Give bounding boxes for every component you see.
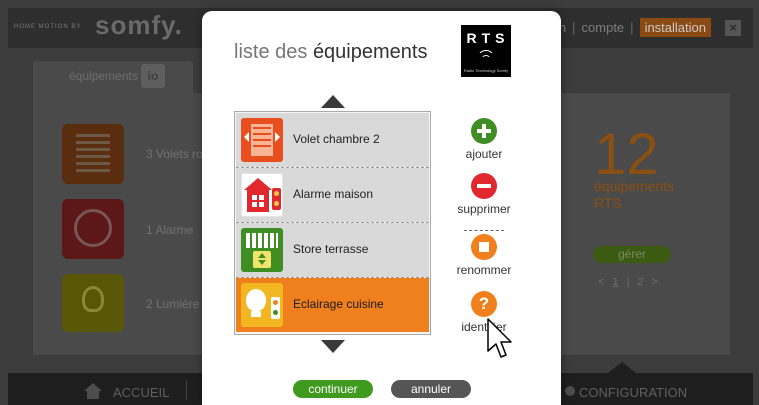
gerer-button[interactable]: gérer	[593, 246, 671, 263]
list-item-selected[interactable]: Eclairage cuisine	[236, 278, 429, 332]
shutter-icon	[241, 118, 283, 162]
device-group-label[interactable]: 3 Volets ro	[146, 147, 203, 161]
equipment-list-dialog: liste des équipements RTS Radio Technolo…	[202, 11, 561, 405]
dialog-title: liste des équipements	[234, 41, 427, 64]
scroll-down-arrow-icon[interactable]	[321, 340, 345, 353]
list-item-label: Eclairage cuisine	[293, 297, 384, 311]
alarm-icon	[241, 173, 283, 217]
io-badge: io	[141, 64, 165, 88]
stop-icon	[471, 234, 497, 260]
close-icon[interactable]: ×	[725, 20, 741, 36]
tab-equipements-label: équipements	[69, 69, 138, 83]
pager-page-1[interactable]: 1	[612, 276, 618, 288]
dialog-title-strong: équipements	[312, 41, 428, 63]
scroll-up-arrow-icon[interactable]	[321, 95, 345, 108]
device-group-label[interactable]: 2 Lumière	[146, 297, 199, 311]
footer-configuration[interactable]: CONFIGURATION	[579, 385, 687, 400]
nav-compte[interactable]: compte	[582, 20, 625, 35]
awning-icon	[241, 228, 283, 272]
list-item[interactable]: Alarme maison	[236, 168, 429, 223]
alarm-icon[interactable]	[62, 199, 124, 259]
nav-installation[interactable]: installation	[639, 18, 711, 37]
top-nav: on | compte | installation	[552, 18, 711, 37]
rts-count-label-line1: équipements	[594, 178, 675, 194]
pager-page-2[interactable]: 2	[637, 276, 643, 288]
lamp-icon[interactable]	[62, 274, 124, 332]
shutter-icon[interactable]	[62, 124, 124, 184]
list-item-label: Volet chambre 2	[293, 132, 380, 146]
equipment-list: Volet chambre 2 Alarme maison Store terr…	[234, 111, 431, 335]
list-item-label: Alarme maison	[293, 187, 374, 201]
rename-label: renommer	[456, 263, 512, 277]
nav-separator: |	[572, 20, 576, 35]
list-item-label: Store terrasse	[293, 242, 369, 256]
pager-separator: |	[626, 276, 630, 288]
rts-logo: RTS Radio Technology Somfy	[461, 25, 511, 77]
pager: < 1 | 2 >	[598, 276, 658, 288]
delete-label: supprimer	[457, 202, 511, 216]
pager-prev[interactable]: <	[598, 276, 604, 288]
list-item[interactable]: Volet chambre 2	[236, 113, 429, 168]
list-item[interactable]: Store terrasse	[236, 223, 429, 278]
rename-button[interactable]: renommer	[439, 234, 529, 277]
question-icon: ?	[471, 291, 497, 317]
footer-accueil[interactable]: ACCUEIL	[113, 385, 169, 400]
rts-logo-subtext: Radio Technology Somfy	[463, 68, 509, 73]
home-icon[interactable]	[84, 383, 102, 399]
rts-logo-text: RTS	[466, 30, 510, 46]
plus-icon	[471, 118, 497, 144]
footer-divider	[186, 380, 187, 400]
action-divider	[464, 230, 504, 231]
device-group-label[interactable]: 1 Alarme	[146, 223, 193, 237]
delete-button[interactable]: supprimer	[439, 173, 529, 216]
lamp-icon	[241, 283, 283, 327]
continue-button[interactable]: continuer	[293, 380, 373, 398]
minus-icon	[471, 173, 497, 199]
brand-tagline: HOME MOTION BY	[14, 24, 82, 30]
active-tab-notch	[608, 362, 636, 373]
nav-separator: |	[630, 20, 634, 35]
gear-icon[interactable]	[565, 386, 575, 396]
cancel-button[interactable]: annuler	[391, 380, 471, 398]
brand-logo: somfy.	[95, 10, 183, 40]
rts-count-label: équipements RTS	[594, 178, 674, 212]
add-label: ajouter	[465, 147, 503, 161]
rts-count-label-line2: RTS	[594, 195, 622, 211]
mouse-cursor-icon	[487, 318, 512, 358]
dialog-title-light: liste des	[234, 41, 308, 63]
add-button[interactable]: ajouter	[439, 118, 529, 161]
pager-next[interactable]: >	[652, 276, 658, 288]
